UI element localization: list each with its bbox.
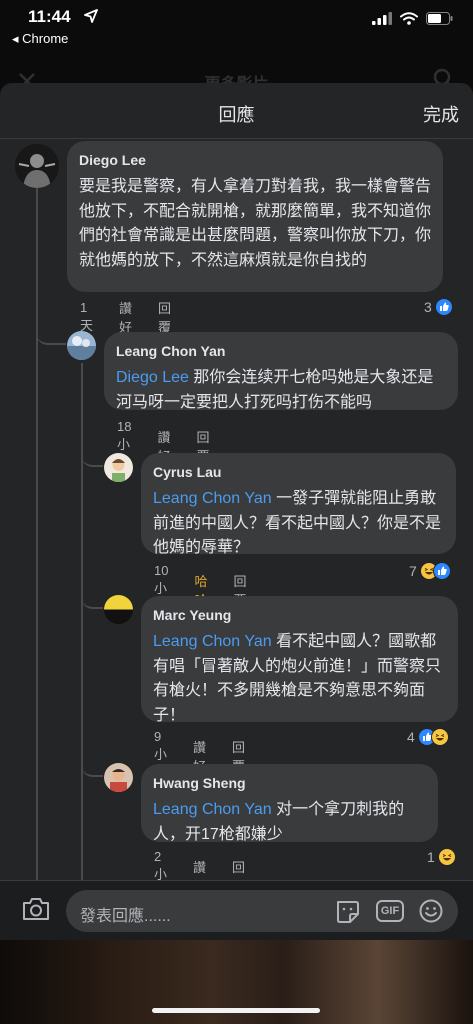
home-indicator[interactable] [152,1008,320,1013]
mention-link[interactable]: Leang Chon Yan [153,490,272,507]
reaction-summary[interactable]: 3 [424,298,453,316]
camera-icon[interactable] [22,897,50,921]
reaction-count: 4 [407,729,415,745]
like-reaction-icon [432,562,451,580]
comment-bubble[interactable]: Diego Lee 要是我是警察，有人拿着刀對着我，我一樣會警告他放下，不配合就… [67,141,443,292]
thread-elbow [36,313,66,345]
comment-input[interactable]: 發表回應...... GIF [66,890,458,932]
like-button[interactable]: 讚好 [119,298,132,336]
reply-button[interactable]: 回覆 [158,298,171,336]
wifi-icon [400,12,418,25]
status-time: 11:44 [28,7,71,26]
avatar-image [104,763,133,792]
sheet-header: 回應 完成 [0,83,473,139]
comment-bubble[interactable]: Marc Yeung Leang Chon Yan 看不起中國人？國歌都有唱「冒… [141,596,458,724]
haha-reaction-icon [437,848,456,866]
reaction-summary[interactable]: 4 [407,728,449,746]
back-to-chrome-link[interactable]: ◂ Chrome [12,31,68,47]
comment-author[interactable]: Diego Lee [79,151,431,169]
avatar[interactable] [104,453,133,482]
gif-button[interactable]: GIF [376,900,404,922]
avatar-image [104,453,133,482]
thread-elbow [81,583,103,609]
mention-link[interactable]: Diego Lee [116,369,189,386]
emoji-icon[interactable] [418,898,444,924]
status-bar: 11:44 ◂ Chrome [0,0,473,56]
mention-link[interactable]: Leang Chon Yan [153,801,272,818]
avatar[interactable] [104,595,133,624]
cellular-signal-icon [372,12,392,25]
thread-line [36,187,38,940]
comment-author[interactable]: Hwang Sheng [153,774,426,792]
status-icons [372,12,453,25]
thread-elbow [81,751,103,777]
thread-elbow [81,441,103,467]
sheet-title: 回應 [218,105,255,125]
like-reaction-icon [434,298,453,316]
reaction-count: 1 [427,849,435,865]
done-button[interactable]: 完成 [423,101,459,127]
avatar[interactable] [67,331,96,360]
avatar-image [104,595,133,624]
comment-actions: 1天 讚好 回覆 [80,298,197,336]
avatar-image [15,144,59,188]
comment-bubble[interactable]: Leang Chon Yan Diego Lee 那你会连续开七枪吗她是大象还是… [104,332,458,411]
comment-text: 要是我是警察，有人拿着刀對着我，我一樣會警告他放下，不配合就開槍，就那麼簡單，我… [79,178,432,269]
reaction-summary[interactable]: 1 [427,848,456,866]
avatar-image [67,331,96,360]
comment-time: 1天 [80,300,94,333]
comment-text: Leang Chon Yan 看不起中國人？國歌都有唱「冒著敵人的炮火前進！」而… [153,630,446,728]
reaction-count: 3 [424,299,432,315]
gif-icon-label: GIF [380,905,400,917]
reaction-summary[interactable]: 7 [409,562,451,580]
comment-bubble[interactable]: Cyrus Lau Leang Chon Yan 一發子彈就能阻止勇敢前進的中國… [141,453,456,556]
sticker-icon[interactable] [334,898,362,924]
avatar[interactable] [104,763,133,792]
avatar[interactable] [15,144,59,188]
comment-input-placeholder: 發表回應...... [80,908,171,925]
comment-text: Leang Chon Yan 对一个拿刀刺我的人，开17枪都嫌少 [153,798,426,847]
composer-bar: 發表回應...... GIF [0,880,473,940]
comments-sheet: 回應 完成 Diego Lee 要是我是警察，有人拿着刀對着我，我一樣會警告他放… [0,83,473,940]
haha-reaction-icon [430,728,449,746]
comment-author[interactable]: Cyrus Lau [153,463,444,481]
comment-text: Diego Lee 那你会连续开七枪吗她是大象还是河马呀一定要把人打死吗打伤不能… [116,366,446,415]
battery-icon [426,12,453,25]
mention-link[interactable]: Leang Chon Yan [153,633,272,650]
comment-author[interactable]: Leang Chon Yan [116,342,446,360]
reaction-count: 7 [409,563,417,579]
location-arrow-icon [84,9,98,23]
comment-text: Leang Chon Yan 一發子彈就能阻止勇敢前進的中國人？看不起中國人？你… [153,487,444,561]
comment-bubble[interactable]: Hwang Sheng Leang Chon Yan 对一个拿刀刺我的人，开17… [141,764,438,843]
comment-author[interactable]: Marc Yeung [153,606,446,624]
